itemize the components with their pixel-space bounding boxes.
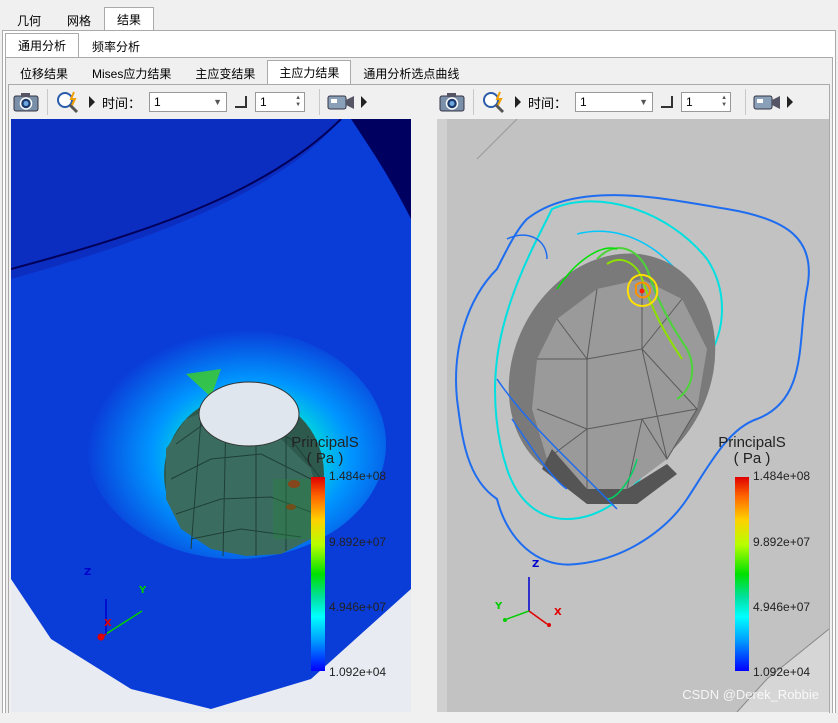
toolbar-grip-icon (786, 94, 794, 110)
legend-tick-mid: 4.946e+07 (753, 600, 811, 614)
time-select[interactable]: 1 ▼ (149, 92, 228, 112)
tab-mises-stress[interactable]: Mises应力结果 (80, 62, 183, 84)
main-tabbar: 几何 网格 结果 (4, 7, 155, 31)
chevron-down-icon: ▼ (639, 97, 649, 107)
step-spinbox-value: 1 (260, 95, 267, 109)
time-select-value: 1 (580, 95, 587, 109)
legend-tick-max: 1.484e+08 (329, 469, 387, 483)
axis-z-label: Z (84, 567, 92, 578)
legend-colorbar (311, 477, 325, 671)
results-panel: 通用分析 频率分析 位移结果 Mises应力结果 主应变结果 主应力结果 通用分… (2, 30, 836, 721)
video-camera-icon[interactable] (752, 89, 782, 115)
legend-title: PrincipalS ( Pa ) (289, 435, 361, 467)
camera-icon[interactable] (11, 89, 41, 115)
status-bar (0, 713, 838, 723)
zoom-probe-icon[interactable] (480, 89, 510, 115)
step-corner-icon (661, 96, 674, 108)
tab-results[interactable]: 结果 (104, 7, 155, 31)
axis-x-label: X (554, 607, 562, 618)
view-splitter[interactable] (411, 119, 437, 712)
step-spinbox[interactable]: 1 ▲ ▼ (681, 92, 732, 112)
result-tabbar: 位移结果 Mises应力结果 主应变结果 主应力结果 通用分析选点曲线 (8, 60, 471, 84)
right-viewport[interactable]: Z Y X PrincipalS ( Pa ) 1.484e+08 9.892e… (437, 119, 829, 712)
analysis-tabbar: 通用分析 频率分析 (5, 33, 153, 57)
step-corner-icon (235, 96, 248, 108)
legend-colorbar (735, 477, 749, 671)
legend-title: PrincipalS ( Pa ) (707, 435, 797, 467)
toolbar-grip-icon (88, 94, 96, 110)
step-spinbox-value: 1 (686, 95, 693, 109)
tab-frequency-analysis[interactable]: 频率分析 (79, 35, 153, 57)
axis-y-label: Y (495, 601, 503, 612)
axis-z-label: Z (532, 559, 540, 570)
legend-unit: ( Pa ) (733, 450, 771, 467)
legend-tick-min: 1.092e+04 (329, 665, 387, 679)
line-contour-plot (437, 119, 829, 712)
watermark: CSDN @Derek_Robbie (682, 687, 819, 702)
tab-geometry[interactable]: 几何 (4, 9, 54, 31)
legend-tick-min: 1.092e+04 (753, 665, 811, 679)
video-camera-icon[interactable] (326, 89, 356, 115)
legend-title-text: PrincipalS (718, 434, 786, 451)
tab-displacement[interactable]: 位移结果 (8, 62, 80, 84)
legend-title-text: PrincipalS (291, 434, 359, 451)
left-viewport[interactable]: Z Y X PrincipalS ( Pa ) 1.484e+08 9.892e… (11, 119, 411, 712)
spin-arrows-icon[interactable]: ▲ ▼ (295, 95, 301, 109)
analysis-panel: 位移结果 Mises应力结果 主应变结果 主应力结果 通用分析选点曲线 时间： … (5, 57, 833, 718)
tab-principal-stress[interactable]: 主应力结果 (267, 60, 352, 84)
legend-tick-high: 9.892e+07 (753, 535, 811, 549)
right-toolbar: 时间： 1 ▼ 1 ▲ ▼ (437, 85, 794, 119)
legend-tick-max: 1.484e+08 (753, 469, 811, 483)
camera-icon[interactable] (437, 89, 467, 115)
tab-principal-strain[interactable]: 主应变结果 (183, 62, 267, 84)
zoom-probe-icon[interactable] (54, 89, 84, 115)
legend-tick-mid: 4.946e+07 (329, 600, 387, 614)
toolbar-grip-icon (514, 94, 522, 110)
time-label: 时间： (102, 95, 142, 111)
time-label: 时间： (528, 95, 568, 111)
left-toolbar: 时间： 1 ▼ 1 ▲ ▼ (11, 85, 368, 119)
tab-mesh[interactable]: 网格 (54, 9, 104, 31)
time-select-value: 1 (154, 95, 161, 109)
axis-x-label: X (104, 618, 112, 629)
tab-point-curve[interactable]: 通用分析选点曲线 (351, 62, 471, 84)
principal-stress-panel: 时间： 1 ▼ 1 ▲ ▼ 时间： 1 ▼ 1 ▲ ▼ Z Y X Princi… (8, 84, 830, 715)
time-select[interactable]: 1 ▼ (575, 92, 654, 112)
legend-unit: ( Pa ) (306, 450, 344, 467)
axis-y-label: Y (139, 585, 147, 596)
chevron-down-icon: ▼ (213, 97, 223, 107)
toolbar-grip-icon (360, 94, 368, 110)
legend-tick-high: 9.892e+07 (329, 535, 387, 549)
tab-general-analysis[interactable]: 通用分析 (5, 33, 80, 57)
step-spinbox[interactable]: 1 ▲ ▼ (255, 92, 306, 112)
spin-arrows-icon[interactable]: ▲ ▼ (721, 95, 727, 109)
fill-contour-plot (11, 119, 411, 712)
